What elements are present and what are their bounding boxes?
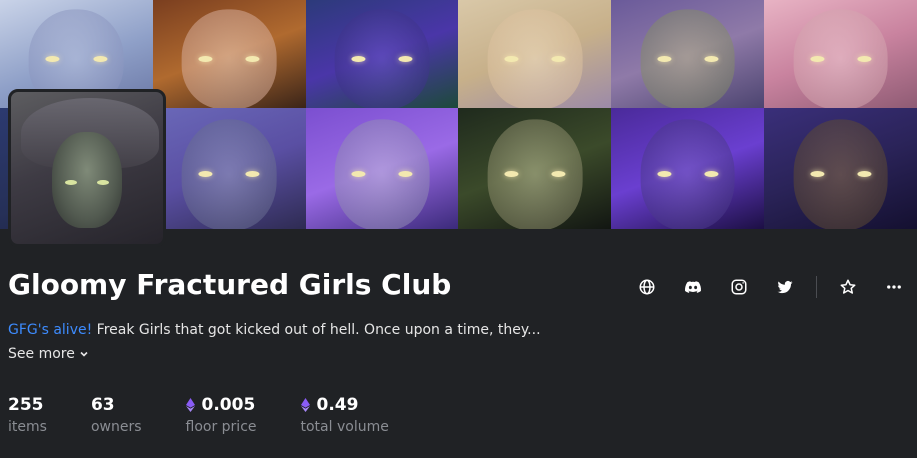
banner-artwork [611, 108, 765, 229]
stat-label: total volume [300, 419, 389, 435]
banner-artwork [458, 108, 612, 229]
social-links [616, 272, 909, 302]
stat-value: 0.49 [316, 395, 359, 415]
stat-label: owners [90, 419, 142, 435]
banner-artwork [611, 0, 765, 108]
banner-artwork [458, 0, 612, 108]
stat-items: 255 items [8, 394, 47, 435]
see-more-button[interactable]: See more [8, 346, 89, 362]
chevron-down-icon [80, 351, 88, 357]
stat-value: 255 [8, 395, 44, 415]
stat-total-volume: 0.49 total volume [300, 394, 389, 435]
stat-value: 0.005 [201, 395, 256, 415]
banner-artwork [152, 0, 306, 108]
banner-artwork [305, 108, 459, 229]
collection-stats: 255 items 63 owners 0.005 floor price 0.… [8, 394, 433, 435]
more-icon[interactable] [879, 272, 909, 302]
stat-label: items [8, 419, 47, 435]
collection-avatar [8, 89, 166, 247]
collection-page: Gloomy Fractured Girls Club GFG's alive!… [0, 0, 917, 458]
social-divider [816, 276, 817, 298]
description-link[interactable]: GFG's alive! [8, 322, 92, 338]
stat-owners: 63 owners [91, 394, 142, 435]
twitter-icon[interactable] [770, 272, 800, 302]
banner-artwork [764, 108, 917, 229]
banner-artwork [764, 0, 917, 108]
collection-title: Gloomy Fractured Girls Club [8, 268, 452, 301]
star-icon[interactable] [833, 272, 863, 302]
see-more-label: See more [8, 346, 75, 362]
banner-artwork [305, 0, 459, 108]
stat-value: 63 [90, 395, 115, 415]
stat-label: floor price [185, 419, 257, 435]
description-text: Freak Girls that got kicked out of hell.… [92, 322, 541, 338]
globe-icon[interactable] [632, 272, 662, 302]
collection-description: GFG's alive! Freak Girls that got kicked… [8, 322, 541, 338]
discord-icon[interactable] [678, 272, 708, 302]
banner-artwork [152, 108, 306, 229]
stat-floor-price: 0.005 floor price [185, 394, 257, 435]
ethereum-icon [300, 398, 310, 412]
instagram-icon[interactable] [724, 272, 754, 302]
ethereum-icon [185, 398, 195, 412]
